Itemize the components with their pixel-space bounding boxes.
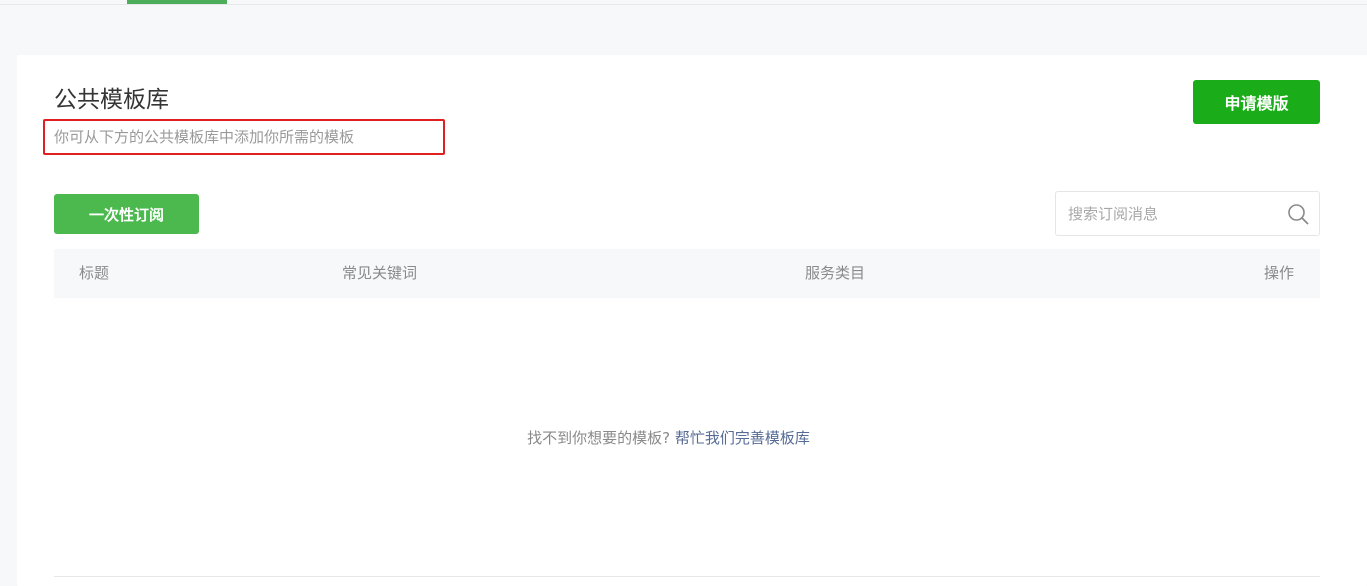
search-icon[interactable] <box>1287 203 1309 225</box>
search-input[interactable] <box>1068 192 1273 235</box>
help-improve-library-link[interactable]: 帮忙我们完善模板库 <box>675 429 810 447</box>
apply-template-button[interactable]: 申请模版 <box>1193 80 1320 124</box>
active-tab-indicator <box>127 0 227 4</box>
empty-state: 找不到你想要的模板? 帮忙我们完善模板库 <box>17 427 1320 449</box>
column-header-title: 标题 <box>79 264 110 282</box>
column-header-action: 操作 <box>1263 264 1294 282</box>
tab-one-time-subscription[interactable]: 一次性订阅 <box>54 194 199 234</box>
search-box[interactable] <box>1055 191 1320 236</box>
template-library-card: 公共模板库 你可从下方的公共模板库中添加你所需的模板 申请模版 一次性订阅 标题… <box>17 55 1367 586</box>
page-title: 公共模板库 <box>54 87 169 113</box>
column-header-category: 服务类目 <box>805 264 866 282</box>
divider <box>54 576 1320 577</box>
column-header-keywords: 常见关键词 <box>342 264 418 282</box>
empty-state-text: 找不到你想要的模板? <box>527 429 671 447</box>
top-tab-bar <box>0 0 1367 5</box>
table-header: 标题 常见关键词 服务类目 操作 <box>54 249 1320 298</box>
page-subtitle: 你可从下方的公共模板库中添加你所需的模板 <box>54 128 355 146</box>
